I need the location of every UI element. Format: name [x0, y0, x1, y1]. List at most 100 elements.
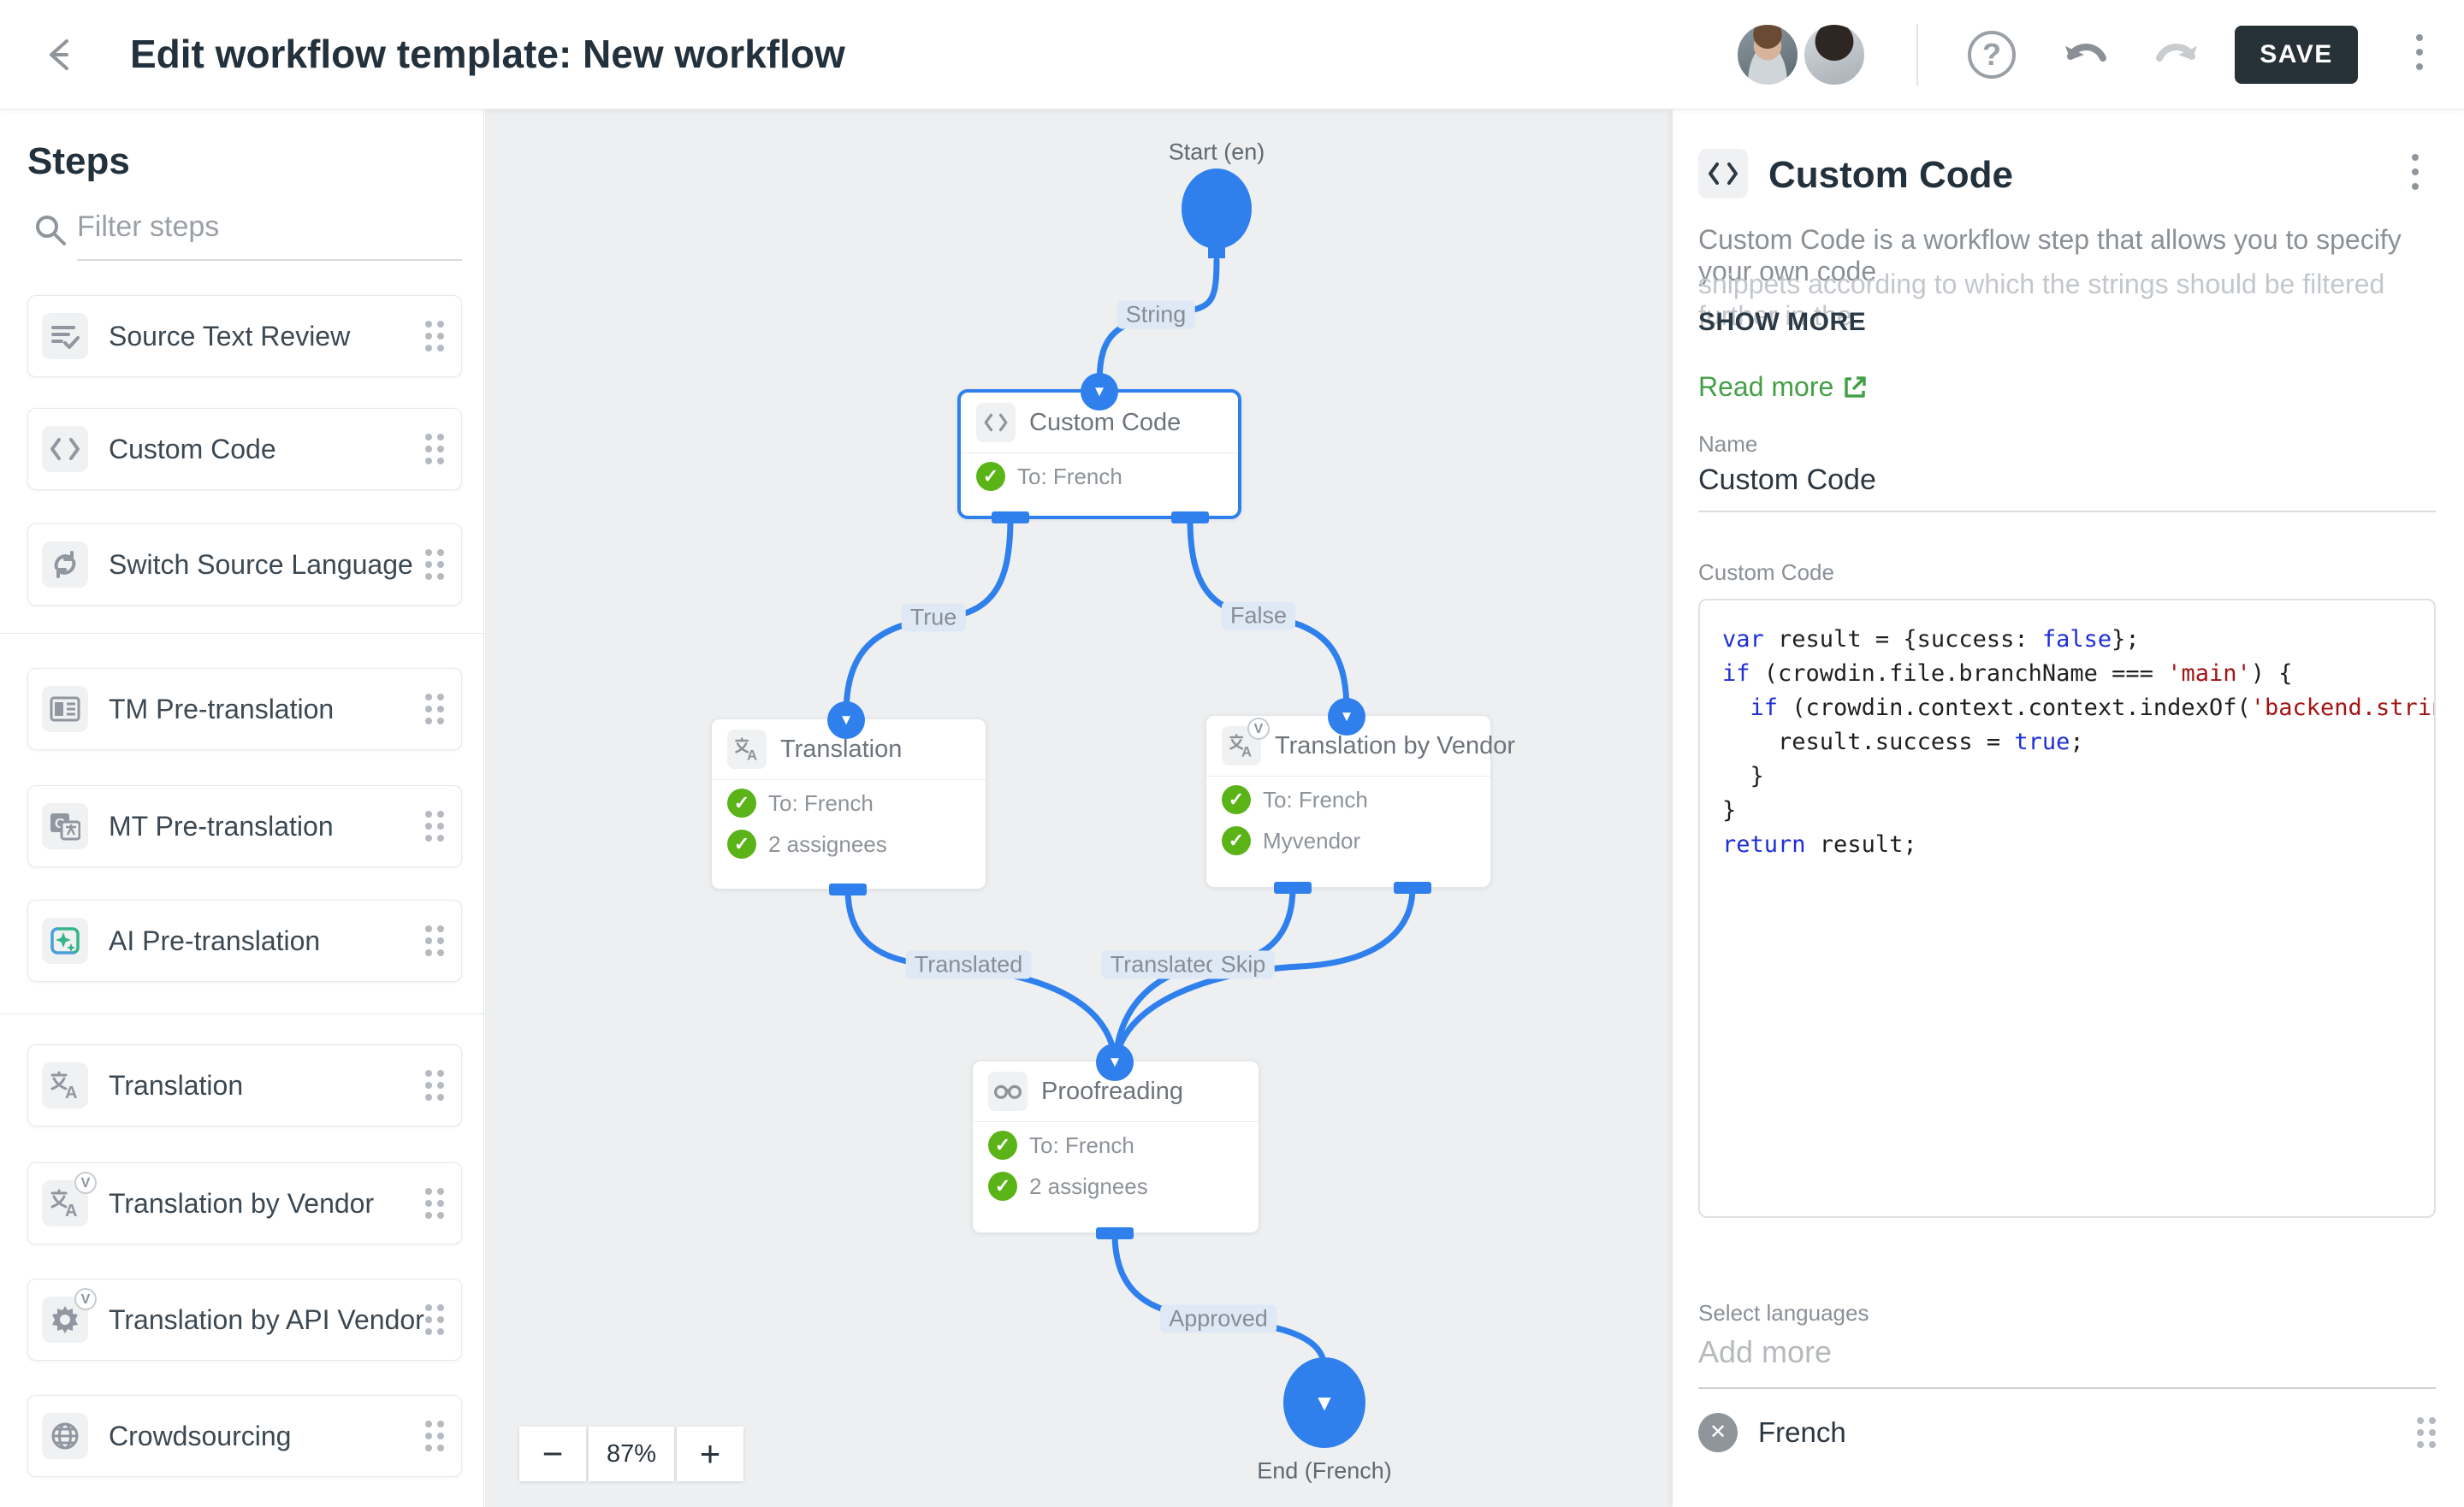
- code-field-label: Custom Code: [1698, 559, 1834, 586]
- edge-label-approved: Approved: [1160, 1305, 1276, 1333]
- steps-heading: Steps: [27, 140, 130, 183]
- step-card-crowdsourcing[interactable]: Crowdsourcing: [27, 1395, 462, 1477]
- show-more-button[interactable]: SHOW MORE: [1698, 308, 1866, 337]
- drag-handle-icon[interactable]: [425, 1070, 444, 1101]
- step-label: TM Pre-translation: [109, 694, 425, 725]
- workflow-edges: [485, 109, 1673, 1507]
- node-title: Custom Code: [1029, 409, 1181, 437]
- step-card-ai-pre-translation[interactable]: AI Pre-translation: [27, 900, 462, 982]
- step-label: Switch Source Language: [109, 549, 425, 581]
- drag-handle-icon[interactable]: [425, 1188, 444, 1219]
- check-icon: ✓: [727, 789, 756, 818]
- svg-text:A: A: [65, 1202, 77, 1219]
- start-node[interactable]: [1182, 168, 1252, 249]
- node-row-text: 2 assignees: [1029, 1173, 1148, 1200]
- workflow-canvas[interactable]: Start (en) ▼ End (French) String True Fa…: [485, 109, 1673, 1507]
- step-label: Translation by API Vendor: [109, 1304, 425, 1336]
- node-translation[interactable]: A Translation ✓To: French ✓2 assignees: [711, 718, 986, 889]
- drag-handle-icon[interactable]: [425, 925, 444, 956]
- node-proofreading[interactable]: Proofreading ✓To: French ✓2 assignees: [972, 1061, 1259, 1233]
- svg-text:A: A: [65, 1084, 77, 1101]
- check-icon: ✓: [988, 1131, 1017, 1160]
- zoom-level: 87%: [589, 1427, 674, 1481]
- code-editor[interactable]: var result = {success: false};if (crowdi…: [1698, 599, 2436, 1218]
- drag-handle-icon[interactable]: [425, 549, 444, 580]
- help-icon[interactable]: ?: [1968, 31, 2016, 79]
- tm-card-icon: [42, 686, 88, 732]
- step-details-panel: Custom Code Custom Code is a workflow st…: [1673, 109, 2464, 1507]
- translate-vendor-icon: A V: [1222, 726, 1261, 765]
- end-label: End (French): [1257, 1458, 1392, 1485]
- step-card-source-text-review[interactable]: Source Text Review: [27, 295, 462, 377]
- name-input[interactable]: Custom Code: [1698, 464, 2436, 512]
- step-label: AI Pre-translation: [109, 925, 425, 957]
- drag-handle-icon[interactable]: [425, 434, 444, 464]
- step-card-mt-pre-translation[interactable]: G MT Pre-translation: [27, 785, 462, 867]
- add-language-input[interactable]: Add more: [1698, 1334, 2436, 1389]
- drag-handle-icon[interactable]: [425, 321, 444, 352]
- search-icon: [33, 212, 68, 248]
- drag-handle-icon[interactable]: [425, 811, 444, 842]
- start-label: Start (en): [1169, 139, 1265, 166]
- node-row-text: To: French: [768, 790, 874, 817]
- redo-icon[interactable]: [2151, 31, 2202, 79]
- source-text-review-icon: [42, 313, 88, 359]
- output-port[interactable]: [1171, 511, 1209, 523]
- language-row: ✕ French: [1698, 1403, 2436, 1463]
- translate-icon: A: [727, 730, 767, 769]
- end-node[interactable]: ▼: [1283, 1357, 1365, 1448]
- zoom-in-button[interactable]: +: [677, 1427, 743, 1481]
- divider: [1916, 24, 1918, 86]
- drag-handle-icon[interactable]: [425, 1421, 444, 1451]
- output-port[interactable]: [1096, 1227, 1134, 1239]
- node-title: Proofreading: [1041, 1078, 1183, 1106]
- node-translation-by-vendor[interactable]: A V Translation by Vendor ✓To: French ✓M…: [1205, 715, 1491, 888]
- output-port[interactable]: [829, 884, 867, 895]
- code-icon: [1698, 149, 1748, 198]
- drag-handle-icon[interactable]: [2417, 1417, 2436, 1448]
- undo-icon[interactable]: [2060, 31, 2112, 79]
- edge-label-translated: Translated: [906, 951, 1032, 979]
- zoom-out-button[interactable]: −: [519, 1427, 586, 1481]
- step-label: Crowdsourcing: [109, 1421, 425, 1452]
- remove-language-icon[interactable]: ✕: [1698, 1413, 1738, 1452]
- step-card-tm-pre-translation[interactable]: TM Pre-translation: [27, 668, 462, 750]
- drag-handle-icon[interactable]: [425, 1304, 444, 1335]
- proofreading-glasses-icon: [988, 1072, 1028, 1111]
- read-more-label: Read more: [1698, 371, 1833, 403]
- step-card-switch-source-language[interactable]: Switch Source Language: [27, 523, 462, 606]
- output-port[interactable]: [1394, 882, 1431, 894]
- check-icon: ✓: [976, 462, 1005, 491]
- avatar[interactable]: [1802, 22, 1867, 87]
- gear-icon: V: [42, 1297, 88, 1343]
- check-icon: ✓: [1222, 826, 1251, 855]
- page-title: Edit workflow template: New workflow: [130, 31, 845, 77]
- filter-steps-input[interactable]: Filter steps: [77, 210, 462, 261]
- svg-text:A: A: [1241, 744, 1252, 759]
- edge-label-string: String: [1117, 301, 1195, 329]
- drag-handle-icon[interactable]: [425, 694, 444, 724]
- globe-icon: [42, 1413, 88, 1459]
- output-port[interactable]: [992, 511, 1029, 523]
- save-button[interactable]: SAVE: [2235, 26, 2358, 84]
- avatar[interactable]: [1735, 22, 1800, 87]
- edge-label-true: True: [902, 604, 966, 632]
- code-icon: [42, 426, 88, 472]
- more-options-icon[interactable]: [2416, 34, 2423, 78]
- node-row-text: To: French: [1017, 464, 1122, 490]
- step-card-translation-by-api-vendor[interactable]: V Translation by API Vendor: [27, 1279, 462, 1361]
- more-options-icon[interactable]: [2412, 154, 2419, 198]
- external-link-icon: [1842, 375, 1868, 400]
- edge-label-skip: Skip: [1212, 951, 1275, 979]
- step-card-translation-by-vendor[interactable]: A V Translation by Vendor: [27, 1162, 462, 1244]
- output-port[interactable]: [1274, 882, 1312, 894]
- step-card-translation[interactable]: A Translation: [27, 1044, 462, 1126]
- back-arrow-icon[interactable]: [41, 33, 86, 77]
- step-label: Custom Code: [109, 434, 425, 465]
- node-row-text: To: French: [1029, 1132, 1134, 1159]
- language-name: French: [1758, 1416, 2417, 1449]
- step-label: Translation: [109, 1070, 425, 1102]
- steps-sidebar: Steps Filter steps Source Text Review Cu…: [0, 109, 484, 1507]
- read-more-link[interactable]: Read more: [1698, 371, 1868, 403]
- step-card-custom-code[interactable]: Custom Code: [27, 408, 462, 490]
